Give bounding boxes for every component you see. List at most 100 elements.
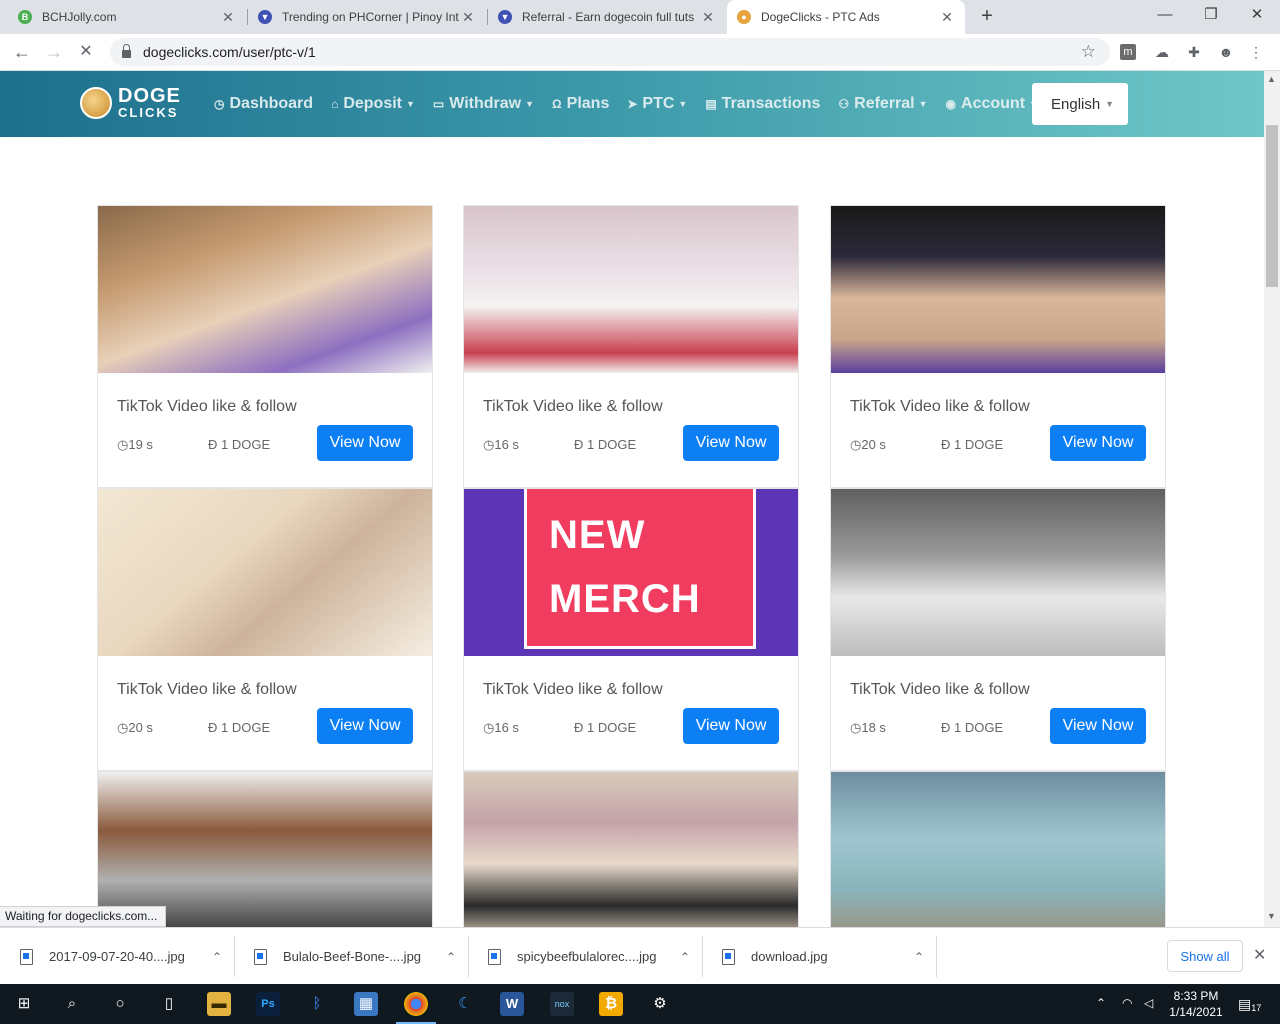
language-select[interactable]: English ▼ — [1032, 83, 1128, 125]
download-separator — [936, 936, 937, 977]
ptc-ad-card — [830, 771, 1166, 927]
chevron-up-icon[interactable]: ⌃ — [904, 950, 934, 964]
merch-line-2: MERCH — [549, 577, 701, 621]
tab-close-icon[interactable]: ✕ — [939, 9, 955, 26]
bank-icon: ⌂ — [331, 97, 339, 111]
view-now-button[interactable]: View Now — [1050, 425, 1146, 461]
nav-plans[interactable]: Ω Plans — [552, 95, 609, 113]
edge-icon[interactable]: ☾ — [453, 992, 477, 1016]
search-icon[interactable]: ⌕ — [60, 992, 84, 1016]
scrollbar-thumb[interactable] — [1266, 125, 1278, 287]
browser-status-bubble: Waiting for dogeclicks.com... — [0, 906, 167, 927]
view-now-button[interactable]: View Now — [683, 425, 779, 461]
ad-thumbnail[interactable] — [831, 772, 1165, 927]
download-item[interactable]: 2017-09-07-20-40....jpg ⌃ — [0, 928, 232, 985]
extensions-puzzle-icon[interactable]: ✚ — [1184, 42, 1204, 62]
minimize-button[interactable]: — — [1142, 0, 1188, 30]
bitcoin-cash-favicon-icon: B — [18, 10, 32, 24]
browser-tab[interactable]: B BCHJolly.com ✕ — [8, 0, 246, 34]
tab-close-icon[interactable]: ✕ — [700, 9, 716, 26]
new-merch-text: NEW MERCH — [549, 503, 701, 631]
view-now-button[interactable]: View Now — [1050, 708, 1146, 744]
scroll-down-arrow-icon[interactable]: ▼ — [1267, 911, 1276, 921]
photoshop-icon[interactable]: Ps — [256, 992, 280, 1016]
nav-dashboard[interactable]: ◷ Dashboard — [214, 95, 313, 113]
ad-thumbnail[interactable] — [98, 489, 432, 656]
view-now-button[interactable]: View Now — [317, 708, 413, 744]
view-now-button[interactable]: View Now — [683, 708, 779, 744]
dashboard-icon: ◷ — [214, 97, 225, 111]
browser-menu-icon[interactable]: ⋮ — [1246, 42, 1266, 62]
notification-center-icon[interactable]: ▤17 — [1238, 996, 1261, 1013]
ad-thumbnail[interactable] — [98, 772, 432, 927]
address-bar[interactable]: dogeclicks.com/user/ptc-v/1 ☆ — [110, 38, 1110, 66]
close-shelf-icon[interactable]: ✕ — [1253, 945, 1266, 965]
browser-tab[interactable]: ▼ Referral - Earn dogecoin full tuts ✕ — [488, 0, 726, 34]
image-file-icon — [254, 948, 267, 965]
browser-toolbar: ← → ✕ dogeclicks.com/user/ptc-v/1 ☆ m ☁ … — [0, 34, 1280, 71]
word-icon[interactable]: W — [500, 992, 524, 1016]
ad-reward: Đ 1 DOGE — [574, 437, 637, 452]
nav-withdraw[interactable]: ▭ Withdraw ▼ — [433, 95, 534, 113]
settings-icon[interactable]: ⚙ — [648, 992, 672, 1016]
download-item[interactable]: spicybeefbulalorec....jpg ⌃ — [468, 928, 700, 985]
nav-referral[interactable]: ⚇ Referral ▼ — [838, 95, 927, 113]
extension-cloud-icon[interactable]: ☁ — [1152, 42, 1172, 62]
show-all-downloads-button[interactable]: Show all — [1167, 940, 1243, 972]
task-view-icon[interactable]: ▯ — [157, 992, 181, 1016]
forward-arrow-icon[interactable]: → — [42, 40, 66, 64]
ad-thumbnail[interactable] — [831, 489, 1165, 656]
bitcoin-icon[interactable]: ₿ — [599, 992, 623, 1016]
taskbar-clock[interactable]: 8:33 PM 1/14/2021 — [1163, 988, 1229, 1020]
tab-close-icon[interactable]: ✕ — [220, 9, 236, 26]
ad-thumbnail[interactable]: NEW MERCH — [464, 489, 798, 656]
ad-title: TikTok Video like & follow — [483, 398, 663, 415]
new-tab-button[interactable]: + — [976, 5, 998, 27]
nav-ptc[interactable]: ➤ PTC ▼ — [627, 95, 687, 113]
scroll-up-arrow-icon[interactable]: ▲ — [1267, 74, 1276, 84]
ad-thumbnail[interactable] — [831, 206, 1165, 373]
tray-expand-icon[interactable]: ⌃ — [1096, 996, 1106, 1010]
browser-tab-active[interactable]: ● DogeClicks - PTC Ads ✕ — [727, 0, 965, 34]
chrome-icon[interactable] — [404, 992, 428, 1016]
ad-thumbnail[interactable] — [464, 206, 798, 373]
ad-title: TikTok Video like & follow — [117, 398, 297, 415]
wifi-icon[interactable]: ◠ — [1122, 996, 1132, 1010]
chevron-up-icon[interactable]: ⌃ — [436, 950, 466, 964]
volume-icon[interactable]: ◁ — [1144, 996, 1153, 1010]
ad-thumbnail[interactable] — [464, 772, 798, 927]
download-item[interactable]: Bulalo-Beef-Bone-....jpg ⌃ — [234, 928, 466, 985]
profile-avatar-icon[interactable]: ☻ — [1216, 42, 1236, 62]
document-icon: ▤ — [705, 97, 717, 111]
stop-loading-icon[interactable]: ✕ — [74, 40, 98, 64]
view-now-button[interactable]: View Now — [317, 425, 413, 461]
cortana-icon[interactable]: ○ — [108, 992, 132, 1016]
nav-label: Withdraw — [449, 95, 522, 112]
extension-m-icon[interactable]: m — [1120, 44, 1136, 60]
ad-reward: Đ 1 DOGE — [208, 720, 271, 735]
ad-thumbnail[interactable] — [98, 206, 432, 373]
windows-start-icon[interactable]: ⊞ — [12, 992, 36, 1016]
ad-title: TikTok Video like & follow — [483, 681, 663, 698]
bookmark-star-icon[interactable]: ☆ — [1081, 42, 1096, 62]
close-window-button[interactable]: ✕ — [1234, 0, 1280, 30]
nav-deposit[interactable]: ⌂ Deposit ▼ — [331, 95, 415, 113]
nav-account[interactable]: ◉Account▼ — [946, 95, 1038, 113]
control-panel-icon[interactable]: ▦ — [354, 992, 378, 1016]
maximize-button[interactable]: ❐ — [1188, 0, 1234, 30]
chevron-up-icon[interactable]: ⌃ — [670, 950, 700, 964]
browser-tab[interactable]: ▼ Trending on PHCorner | Pinoy Int ✕ — [248, 0, 486, 34]
nav-transactions[interactable]: ▤ Transactions — [705, 95, 820, 113]
file-explorer-icon[interactable]: ▬ — [207, 992, 231, 1016]
tab-close-icon[interactable]: ✕ — [460, 9, 476, 26]
back-arrow-icon[interactable]: ← — [10, 40, 34, 64]
ad-reward: Đ 1 DOGE — [208, 437, 271, 452]
ad-duration: ◷19 s — [117, 437, 153, 453]
chevron-up-icon[interactable]: ⌃ — [202, 950, 232, 964]
ad-title: TikTok Video like & follow — [850, 398, 1030, 415]
ad-title: TikTok Video like & follow — [850, 681, 1030, 698]
nox-icon[interactable]: nox — [550, 992, 574, 1016]
download-item[interactable]: download.jpg ⌃ — [702, 928, 934, 985]
bluetooth-icon[interactable]: ᛒ — [305, 992, 329, 1016]
dogeclicks-logo[interactable]: DOGE CLICKS — [80, 86, 181, 119]
